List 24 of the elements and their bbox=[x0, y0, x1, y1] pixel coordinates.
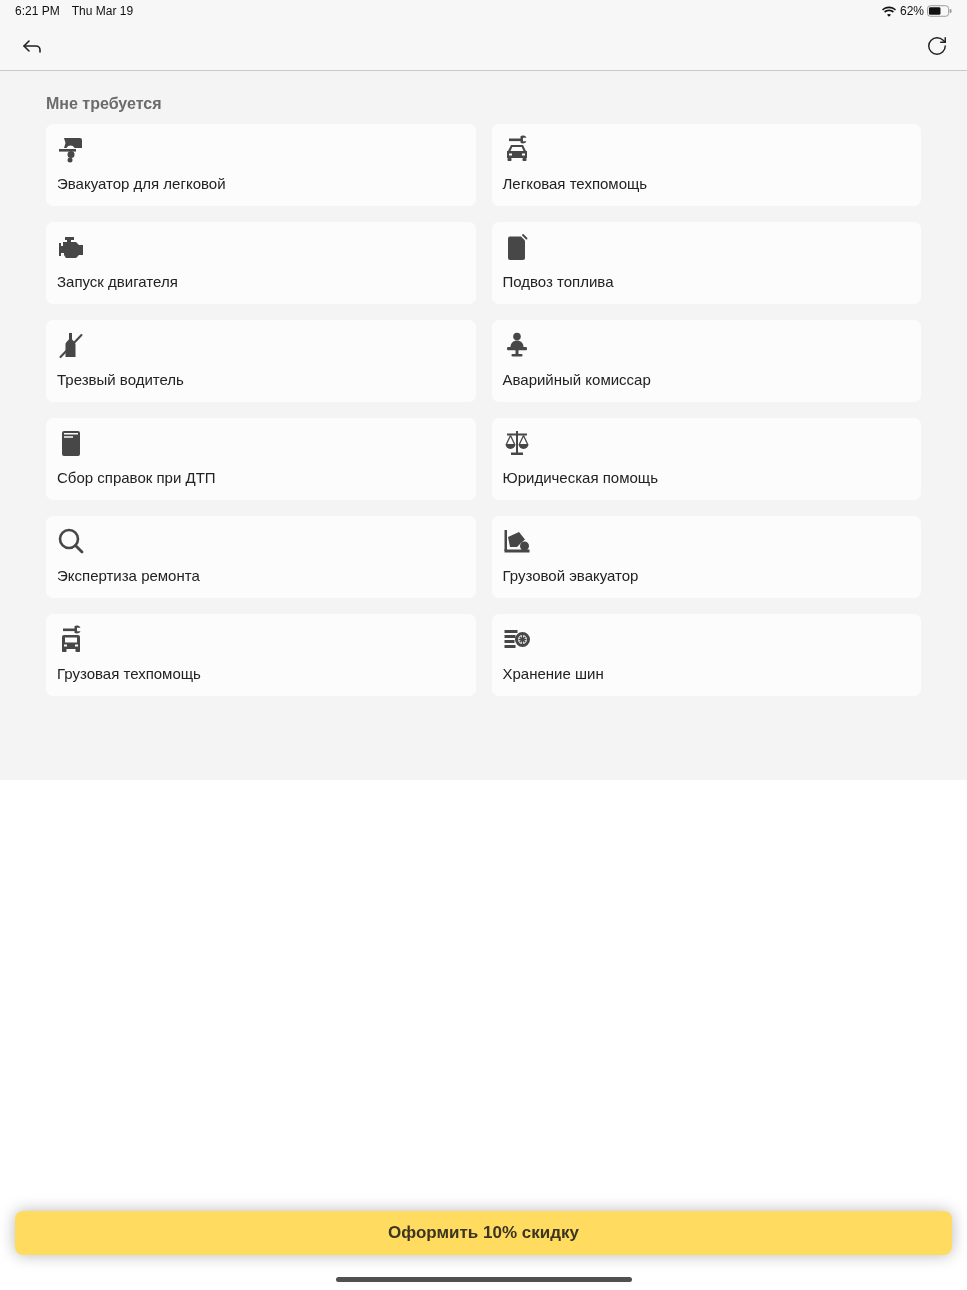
service-card[interactable]: Легковая техпомощь bbox=[491, 124, 921, 206]
status-date: Thu Mar 19 bbox=[71, 3, 134, 20]
service-card[interactable]: Грузовой эвакуатор bbox=[491, 516, 921, 598]
service-card[interactable]: Грузовая техпомощь bbox=[46, 614, 476, 696]
battery-icon bbox=[927, 5, 952, 17]
service-card[interactable]: Аварийный комиссар bbox=[491, 320, 921, 402]
crossed-bottle-icon bbox=[57, 331, 85, 359]
service-card[interactable]: Подвоз топлива bbox=[491, 222, 921, 304]
wifi-icon bbox=[881, 5, 896, 17]
tilted-vehicle-icon bbox=[502, 527, 531, 555]
section-title: Мне требуется bbox=[46, 94, 163, 114]
service-card[interactable]: Хранение шин bbox=[491, 614, 921, 696]
service-card[interactable]: Запуск двигателя bbox=[46, 222, 476, 304]
magnifier-icon bbox=[57, 527, 85, 555]
service-card[interactable]: Экспертиза ремонта bbox=[46, 516, 476, 598]
battery-percent: 62% bbox=[899, 3, 924, 20]
status-time: 6:21 PM bbox=[15, 3, 60, 20]
car-lift-icon bbox=[57, 135, 85, 163]
service-card[interactable]: Эвакуатор для легковой bbox=[46, 124, 476, 206]
service-card[interactable]: Сбор справок при ДТП bbox=[46, 418, 476, 500]
refresh-icon[interactable] bbox=[926, 34, 948, 58]
service-card[interactable]: Юридическая помощь bbox=[491, 418, 921, 500]
discount-button[interactable]: Оформить 10% скидку bbox=[15, 1211, 952, 1255]
service-card[interactable]: Трезвый водитель bbox=[46, 320, 476, 402]
